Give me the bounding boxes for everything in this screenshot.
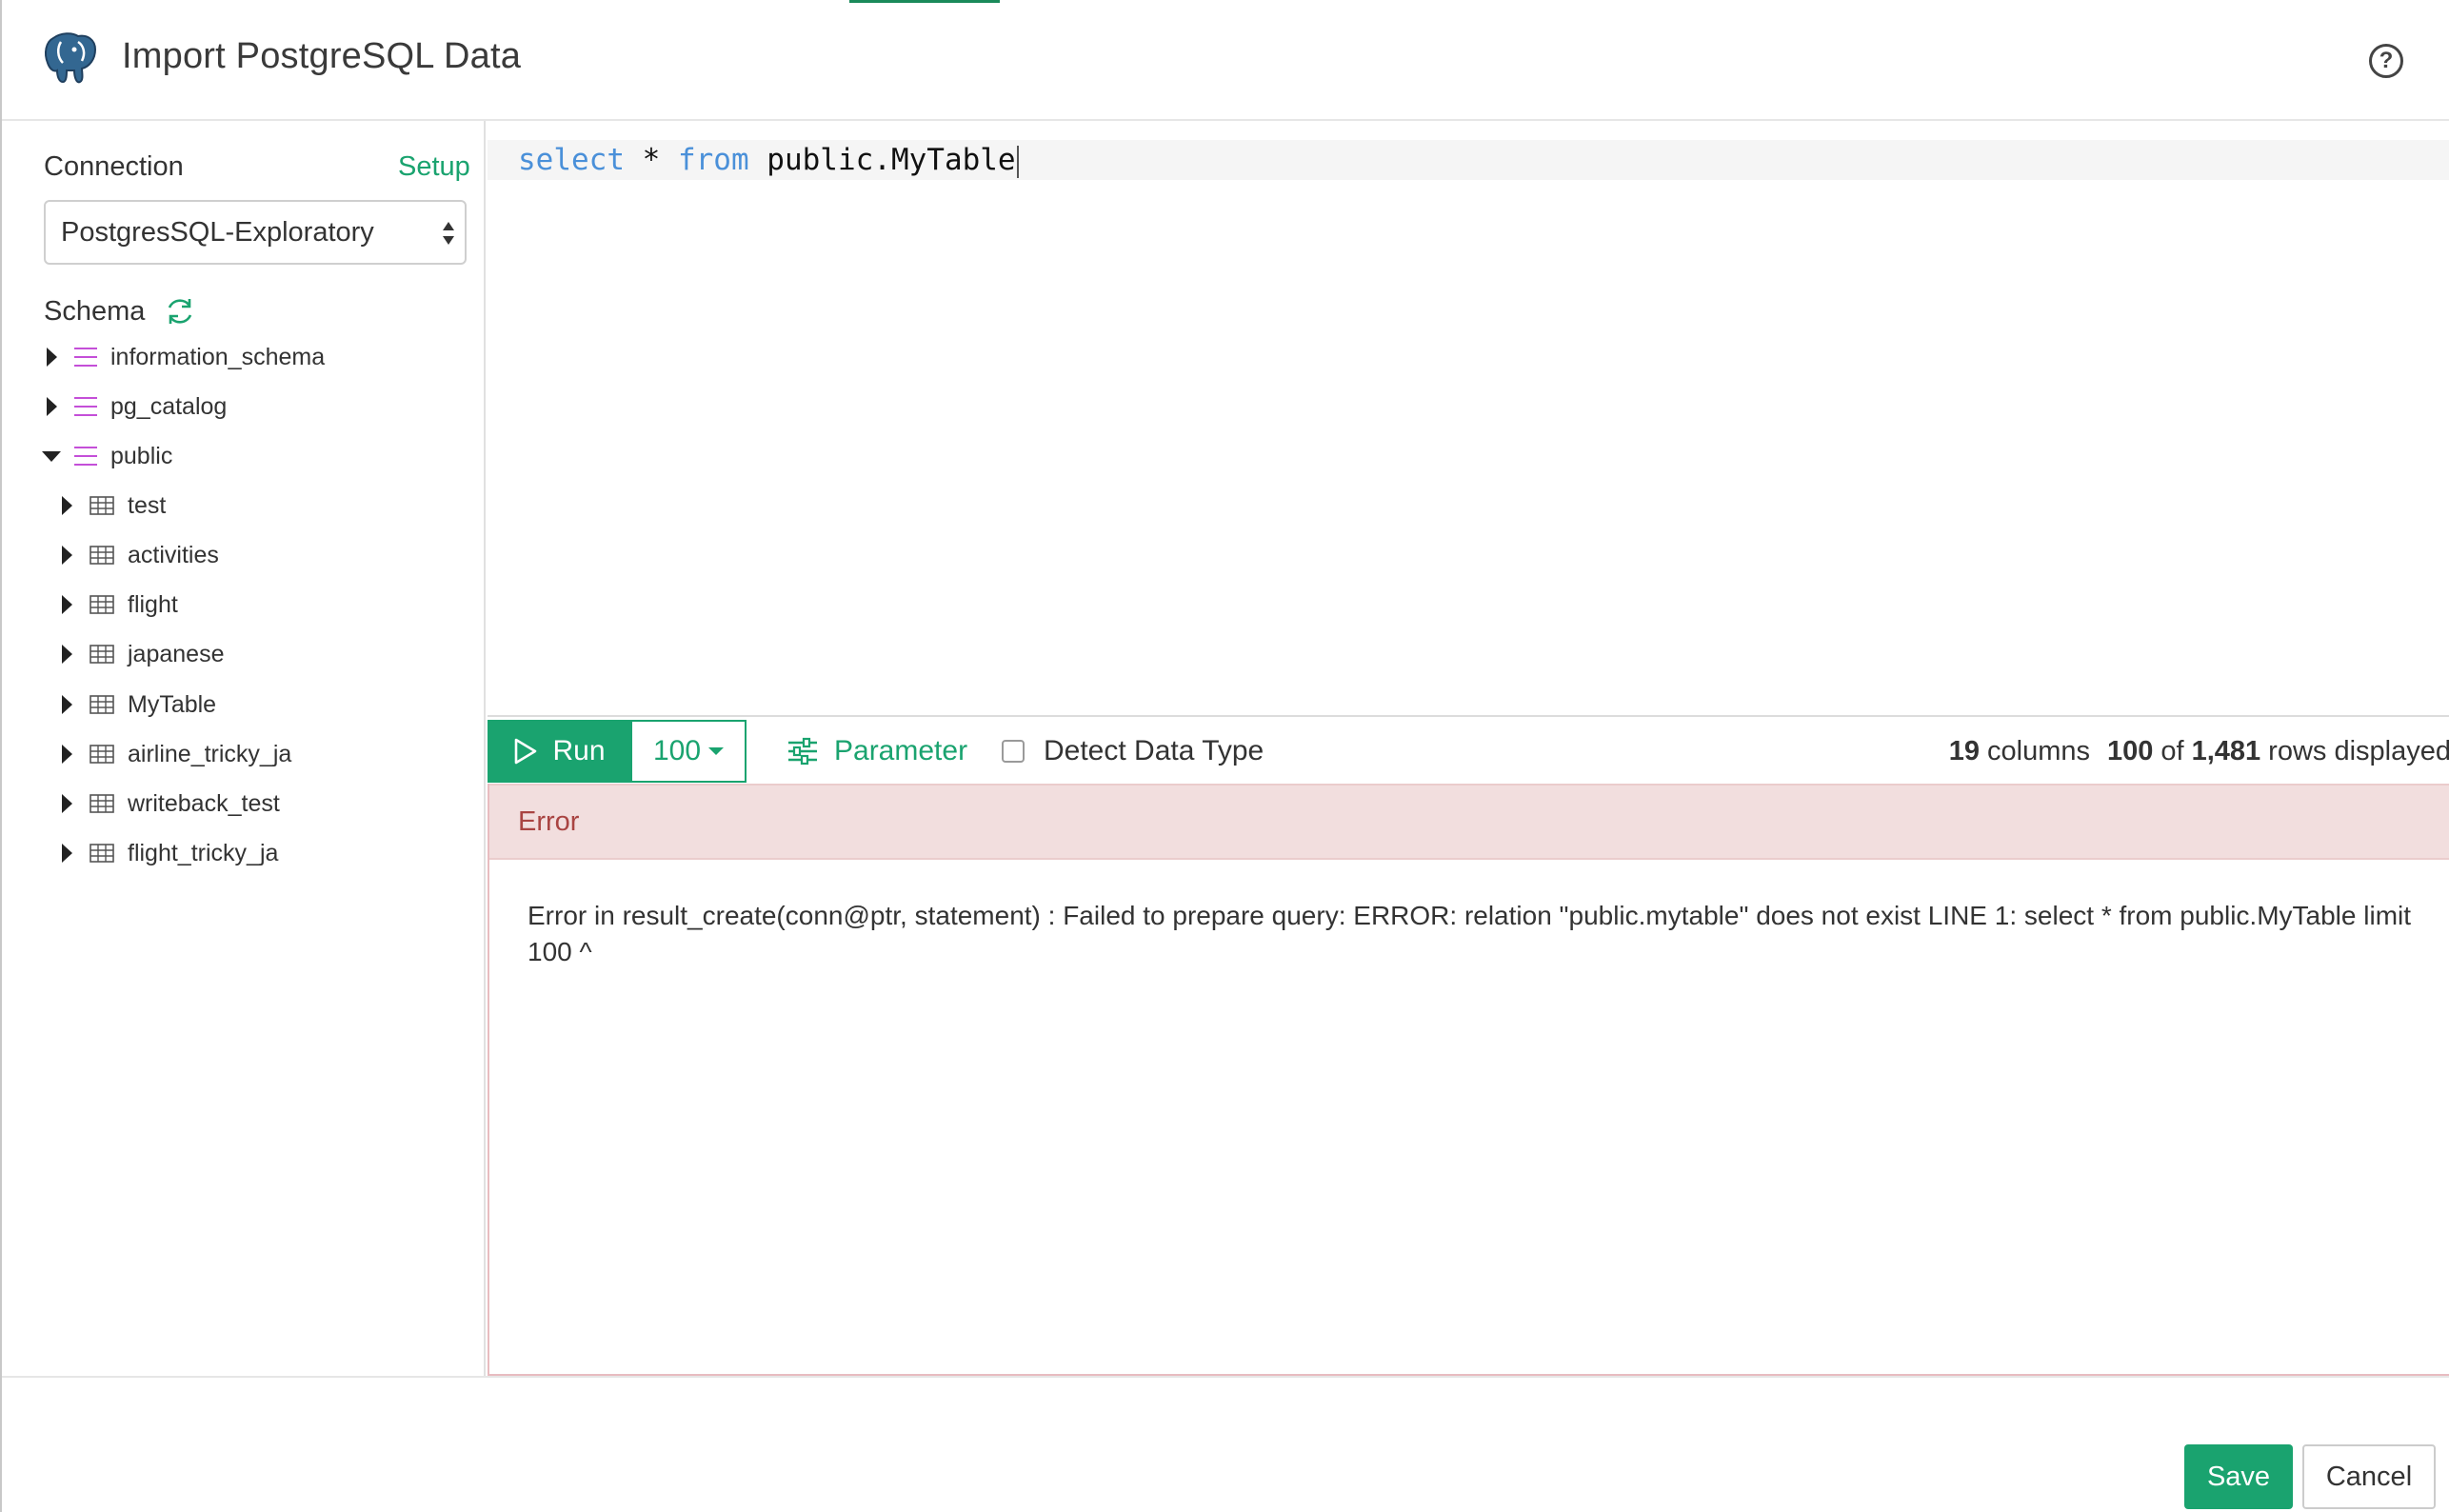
setup-link[interactable]: Setup <box>398 151 470 183</box>
tree-item-information-schema[interactable]: information_schema <box>42 338 325 376</box>
tree-item-label: writeback_test <box>128 789 280 817</box>
text-cursor <box>1016 145 1019 178</box>
columns-count: 19 <box>1948 735 1981 766</box>
detect-data-type-label: Detect Data Type <box>1044 735 1264 766</box>
tree-item-table[interactable]: flight_tricky_ja <box>57 834 278 872</box>
tree-item-public[interactable]: public <box>42 437 172 475</box>
caret-right-icon[interactable] <box>57 785 76 823</box>
schema-list-icon <box>74 348 97 367</box>
connection-select[interactable]: PostgresSQL-Exploratory <box>44 200 467 265</box>
table-grid-icon <box>90 645 114 664</box>
caret-down-icon[interactable] <box>42 437 61 475</box>
table-grid-icon <box>90 546 114 565</box>
detect-data-type-checkbox[interactable] <box>1002 740 1025 763</box>
tree-item-label: flight <box>128 590 178 618</box>
tree-item-label: japanese <box>128 640 225 667</box>
sql-editor[interactable]: select * from public.MyTable <box>488 121 2449 715</box>
refresh-icon[interactable] <box>164 295 196 328</box>
row-limit-dropdown[interactable]: 100 <box>630 720 747 783</box>
import-dialog: Import PostgreSQL Data ? Connection Setu… <box>0 0 2449 1512</box>
table-grid-icon <box>90 595 114 614</box>
connection-select-value: PostgresSQL-Exploratory <box>61 217 374 248</box>
tree-item-table[interactable]: japanese <box>57 635 224 673</box>
table-grid-icon <box>90 794 114 813</box>
run-button[interactable]: Run <box>488 720 630 783</box>
tree-item-label: public <box>110 442 173 469</box>
caret-right-icon[interactable] <box>57 686 76 724</box>
parameter-button[interactable]: Parameter <box>786 720 967 783</box>
query-toolbar: Run 100 Parameter Detect Data Type 19 co… <box>488 715 2449 784</box>
schema-list-icon <box>74 447 97 466</box>
rows-word: rows displayed <box>2268 735 2449 766</box>
error-message: Error in result_create(conn@ptr, stateme… <box>528 901 2412 966</box>
tree-item-label: pg_catalog <box>110 392 228 420</box>
select-updown-icon <box>443 222 454 245</box>
dialog-title: Import PostgreSQL Data <box>122 36 522 76</box>
caret-right-icon[interactable] <box>42 388 61 426</box>
parameter-button-label: Parameter <box>834 735 968 766</box>
footer-divider <box>2 1376 2449 1378</box>
tree-item-pg-catalog[interactable]: pg_catalog <box>42 388 227 426</box>
error-header: Error <box>489 784 2449 860</box>
tree-item-label: test <box>128 491 167 519</box>
cancel-button[interactable]: Cancel <box>2302 1444 2436 1509</box>
play-icon <box>515 738 537 765</box>
tree-item-label: MyTable <box>128 690 217 718</box>
sliders-icon <box>788 737 817 766</box>
table-grid-icon <box>90 745 114 764</box>
tree-item-table[interactable]: activities <box>57 536 219 574</box>
sql-star: * <box>624 143 678 177</box>
dialog-header: Import PostgreSQL Data ? <box>2 0 2449 121</box>
detect-data-type-option[interactable]: Detect Data Type <box>1002 720 1264 783</box>
caret-right-icon[interactable] <box>42 338 61 376</box>
tree-item-label: activities <box>128 541 219 568</box>
tree-item-table[interactable]: test <box>57 487 166 525</box>
caret-right-icon[interactable] <box>57 536 76 574</box>
sql-code-line[interactable]: select * from public.MyTable <box>518 140 1019 180</box>
rows-total: 1,481 <box>2191 735 2261 766</box>
sql-table-name: public.MyTable <box>748 143 1016 177</box>
caret-right-icon[interactable] <box>57 635 76 673</box>
tree-item-table[interactable]: flight <box>57 586 178 624</box>
caret-down-icon <box>708 747 725 755</box>
connection-label: Connection <box>44 151 184 182</box>
tree-item-table[interactable]: writeback_test <box>57 785 280 823</box>
caret-right-icon[interactable] <box>57 487 76 525</box>
table-grid-icon <box>90 844 114 863</box>
rows-shown: 100 <box>2107 735 2154 766</box>
row-limit-value: 100 <box>652 735 702 766</box>
tree-item-table[interactable]: MyTable <box>57 686 216 724</box>
caret-right-icon[interactable] <box>57 834 76 872</box>
schema-list-icon <box>74 397 97 416</box>
tree-item-table[interactable]: airline_tricky_ja <box>57 735 291 773</box>
error-title: Error <box>518 806 580 837</box>
run-button-label: Run <box>552 735 606 766</box>
sidebar: Connection Setup PostgresSQL-Exploratory… <box>2 121 486 1376</box>
sql-keyword-from: from <box>677 143 749 177</box>
of-word: of <box>2160 735 2184 766</box>
tree-item-label: flight_tricky_ja <box>128 839 279 866</box>
sql-keyword-select: select <box>518 143 625 177</box>
tree-item-label: information_schema <box>110 343 326 370</box>
rows-info: 19 columns 100 of 1,481 rows displayed <box>1949 720 2449 783</box>
caret-right-icon[interactable] <box>57 735 76 773</box>
save-button[interactable]: Save <box>2184 1444 2293 1509</box>
error-panel: Error Error in result_create(conn@ptr, s… <box>488 784 2449 1376</box>
caret-right-icon[interactable] <box>57 586 76 624</box>
postgresql-elephant-icon <box>45 32 97 84</box>
tree-item-label: airline_tricky_ja <box>128 740 292 767</box>
table-grid-icon <box>90 695 114 714</box>
question-circle-icon[interactable]: ? <box>2369 44 2403 78</box>
columns-word: columns <box>1987 735 2091 766</box>
schema-label: Schema <box>44 296 146 327</box>
table-grid-icon <box>90 496 114 515</box>
